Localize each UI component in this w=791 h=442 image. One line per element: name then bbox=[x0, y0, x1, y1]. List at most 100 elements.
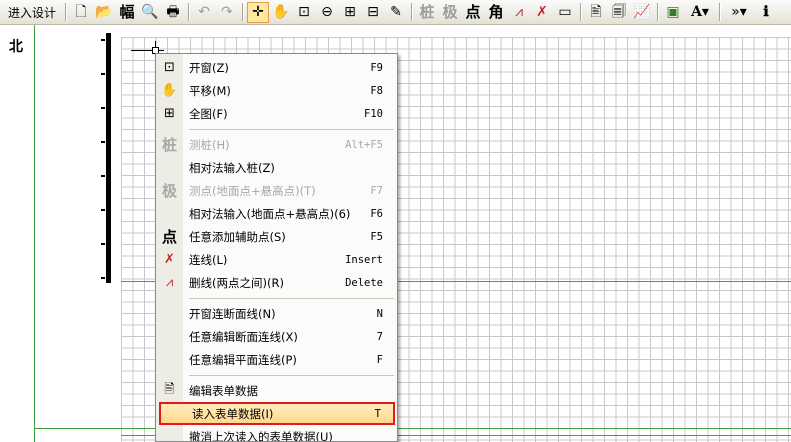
context-menu: ⊡ 开窗(Z) F9 ✋ 平移(M) F8 ⊞ 全图(F) F10 桩 测桩(H… bbox=[155, 53, 398, 442]
menu-item-add-aux-point[interactable]: 点 任意添加辅助点(S) F5 bbox=[156, 225, 397, 248]
ruler-icon[interactable]: ▭ bbox=[554, 2, 576, 23]
menu-item-relative-input[interactable]: 相对法输入(地面点+悬高点)(6) F6 bbox=[156, 202, 397, 225]
delete-line-icon: ⩘ bbox=[165, 275, 174, 290]
main-toolbar: 进入设计 🗋 📂 幅 🔍 🖶 ↶ ↷ ✛ ✋ ⊡ ⊖ ⊞ ⊟ ✎ 桩 极 点 角… bbox=[0, 0, 791, 25]
menu-item-edit-section-line[interactable]: 任意编辑断面连线(X) 7 bbox=[156, 325, 397, 348]
menu-item-label: 连线(L) bbox=[189, 252, 228, 267]
menu-item-connect-line[interactable]: ✗ 连线(L) Insert bbox=[156, 248, 397, 271]
menu-item-label: 相对法输入(地面点+悬高点)(6) bbox=[189, 206, 351, 221]
undo-icon[interactable]: ↶ bbox=[193, 2, 215, 23]
angle-button[interactable]: 角 bbox=[485, 2, 507, 23]
delete-line-icon[interactable]: ⩘ bbox=[508, 2, 530, 23]
menu-item-zoom-window[interactable]: ⊡ 开窗(Z) F9 bbox=[156, 56, 397, 79]
scale-ruler bbox=[106, 33, 111, 283]
toolbar-separator bbox=[411, 3, 414, 21]
menu-item-measure-pile[interactable]: 桩 测桩(H) Alt+F5 bbox=[156, 133, 397, 156]
menu-item-label: 任意添加辅助点(S) bbox=[189, 229, 286, 244]
menu-item-label: 读入表单数据(I) bbox=[192, 406, 274, 421]
properties-icon[interactable]: 🗐 bbox=[608, 2, 630, 23]
point-icon: 点 bbox=[161, 228, 177, 246]
menu-item-window-section-line[interactable]: 开窗连断面线(N) N bbox=[156, 302, 397, 325]
menu-item-label: 开窗(Z) bbox=[189, 60, 229, 75]
left-border-line bbox=[34, 25, 35, 442]
zoom-extents-icon[interactable]: ⊞ bbox=[339, 2, 361, 23]
menu-item-icon-empty bbox=[156, 348, 183, 371]
more-options-icon[interactable]: »▾ bbox=[724, 2, 754, 23]
full-view-icon: ⊞ bbox=[164, 106, 175, 121]
menu-item-label: 任意编辑断面连线(X) bbox=[189, 329, 298, 344]
menu-item-shortcut: 7 bbox=[376, 330, 383, 343]
menu-item-icon-empty bbox=[156, 302, 183, 325]
image-icon[interactable]: ▣ bbox=[662, 2, 684, 23]
open-folder-icon[interactable]: 📂 bbox=[93, 2, 115, 23]
menu-item-icon-empty bbox=[156, 325, 183, 348]
edit-table-icon: 🖹 bbox=[164, 381, 175, 397]
menu-item-edit-form-data[interactable]: 🖹 编辑表单数据 bbox=[156, 379, 397, 402]
toolbar-separator bbox=[188, 3, 191, 21]
pole-icon: 极 bbox=[161, 182, 177, 200]
toolbar-separator bbox=[580, 3, 583, 21]
menu-item-shortcut: F8 bbox=[370, 84, 383, 97]
redo-icon[interactable]: ↷ bbox=[216, 2, 238, 23]
point-button[interactable]: 点 bbox=[462, 2, 484, 23]
menu-item-label: 测桩(H) bbox=[189, 137, 230, 152]
crosshair-icon[interactable]: ✛ bbox=[247, 1, 270, 23]
menu-item-shortcut: T bbox=[374, 407, 381, 420]
north-label: 北 bbox=[9, 39, 23, 55]
menu-item-shortcut: N bbox=[376, 307, 383, 320]
menu-item-icon-empty bbox=[156, 156, 183, 179]
menu-item-label: 全图(F) bbox=[189, 106, 228, 121]
menu-item-label: 任意编辑平面连线(P) bbox=[189, 352, 297, 367]
menu-separator bbox=[189, 129, 394, 130]
menu-item-shortcut: F bbox=[376, 353, 383, 366]
menu-item-measure-point[interactable]: 极 测点(地面点+悬高点)(T) F7 bbox=[156, 179, 397, 202]
menu-item-icon-empty bbox=[156, 425, 183, 441]
menu-item-pan[interactable]: ✋ 平移(M) F8 bbox=[156, 79, 397, 102]
ruler-tick bbox=[101, 141, 105, 143]
menu-item-label: 撤消上次读入的表单数据(U) bbox=[189, 429, 333, 442]
ruler-tick bbox=[101, 209, 105, 211]
print-preview-icon[interactable]: 🔍 bbox=[139, 2, 161, 23]
ruler-tick bbox=[101, 175, 105, 177]
new-file-icon[interactable]: 🗋 bbox=[70, 2, 92, 23]
ruler-tick bbox=[101, 73, 105, 75]
menu-item-label: 测点(地面点+悬高点)(T) bbox=[189, 183, 316, 198]
menu-item-shortcut: F7 bbox=[370, 184, 383, 197]
menu-item-undo-read-form-data[interactable]: 撤消上次读入的表单数据(U) bbox=[156, 425, 397, 442]
section-line bbox=[35, 428, 791, 429]
info-icon[interactable]: ℹ bbox=[755, 2, 777, 23]
menu-item-icon-empty bbox=[159, 402, 186, 425]
ruler-tick bbox=[101, 277, 105, 279]
text-font-icon[interactable]: A▾ bbox=[685, 2, 715, 23]
enter-design-button[interactable]: 进入设计 bbox=[2, 4, 62, 21]
menu-item-shortcut: F5 bbox=[370, 230, 383, 243]
pole-button[interactable]: 极 bbox=[439, 2, 461, 23]
toolbar-separator bbox=[242, 3, 245, 21]
menu-item-label: 删线(两点之间)(R) bbox=[189, 275, 284, 290]
menu-item-full-view[interactable]: ⊞ 全图(F) F10 bbox=[156, 102, 397, 125]
edit-table-icon[interactable]: 🖹 bbox=[585, 2, 607, 23]
print-icon[interactable]: 🖶 bbox=[162, 2, 184, 23]
menu-item-read-form-data[interactable]: 读入表单数据(I) T bbox=[159, 402, 395, 425]
zoom-window-icon[interactable]: ⊡ bbox=[293, 2, 315, 23]
chart-icon[interactable]: 📈 bbox=[631, 2, 653, 23]
toolbar-separator bbox=[657, 3, 660, 21]
menu-item-edit-plane-line[interactable]: 任意编辑平面连线(P) F bbox=[156, 348, 397, 371]
menu-item-label: 编辑表单数据 bbox=[189, 383, 258, 398]
menu-item-relative-pile[interactable]: 相对法输入桩(Z) bbox=[156, 156, 397, 179]
ruler-tick bbox=[101, 243, 105, 245]
connect-line-icon[interactable]: ✗ bbox=[531, 2, 553, 23]
page-format-button[interactable]: 幅 bbox=[116, 2, 138, 23]
zoom-out-icon[interactable]: ⊖ bbox=[316, 2, 338, 23]
menu-item-delete-line[interactable]: ⩘ 删线(两点之间)(R) Delete bbox=[156, 271, 397, 294]
pan-hand-icon[interactable]: ✋ bbox=[270, 2, 292, 23]
ruler-tick bbox=[101, 39, 105, 41]
toolbar-separator bbox=[65, 3, 68, 21]
menu-item-icon-empty bbox=[156, 202, 183, 225]
pen-tool-icon[interactable]: ✎ bbox=[385, 2, 407, 23]
cursor-crosshair-h bbox=[131, 50, 164, 51]
full-view-icon[interactable]: ⊟ bbox=[362, 2, 384, 23]
pile-button[interactable]: 桩 bbox=[416, 2, 438, 23]
menu-item-label: 开窗连断面线(N) bbox=[189, 306, 276, 321]
zoom-window-icon: ⊡ bbox=[164, 60, 175, 75]
